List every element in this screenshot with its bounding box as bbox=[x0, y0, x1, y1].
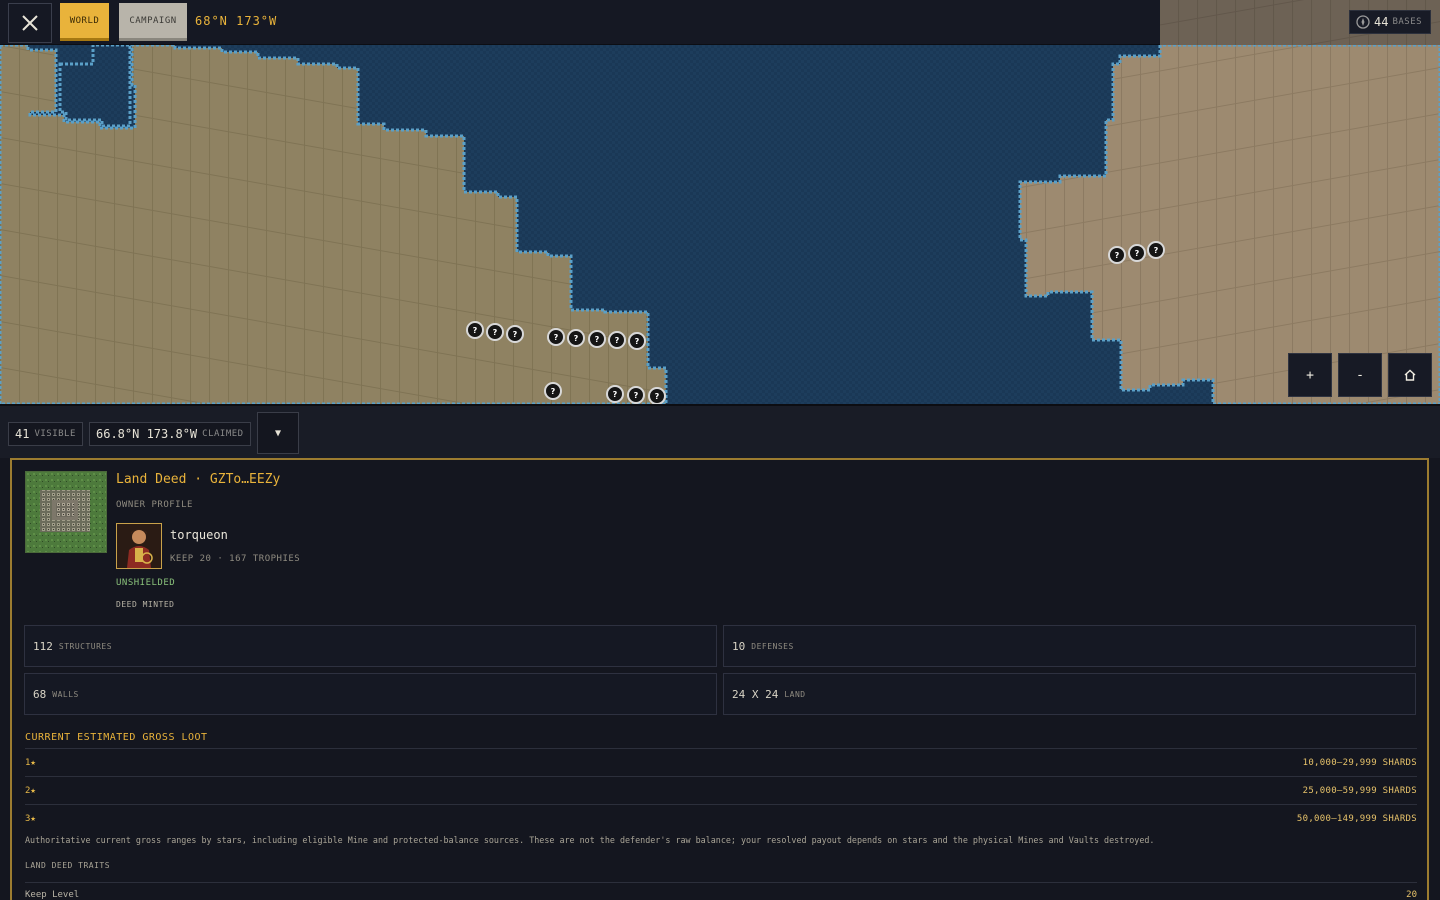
stat-label: WALLS bbox=[52, 689, 79, 699]
chevron-down-icon: ▼ bbox=[274, 427, 282, 439]
home-icon bbox=[1404, 369, 1416, 381]
stat-defenses: 10 DEFENSES bbox=[723, 625, 1416, 667]
tab-world[interactable]: WORLD bbox=[60, 3, 109, 41]
claimed-chip: 66.8°N 173.8°W CLAIMED bbox=[89, 422, 251, 446]
panel-toggle-button[interactable]: ▼ bbox=[257, 412, 299, 454]
avatar[interactable] bbox=[116, 523, 162, 569]
map-marker[interactable]: ? bbox=[466, 321, 484, 339]
close-button[interactable] bbox=[8, 3, 52, 43]
stat-label: STRUCTURES bbox=[58, 641, 113, 651]
map-marker[interactable]: ? bbox=[506, 325, 524, 343]
map-marker[interactable]: ? bbox=[588, 330, 606, 348]
world-map[interactable]: ? ? ? ? ? ? ? ? ? ? ? ? ? ? ? WORLD CAMP… bbox=[0, 0, 1440, 404]
loot-stars: 2★ bbox=[25, 785, 36, 796]
tab-campaign[interactable]: CAMPAIGN bbox=[119, 3, 187, 41]
trait-value: 20 bbox=[1406, 890, 1417, 900]
map-marker[interactable]: ? bbox=[567, 329, 585, 347]
close-icon bbox=[22, 15, 38, 31]
loot-stars: 1★ bbox=[25, 757, 36, 768]
map-status-strip: 41 VISIBLE 66.8°N 173.8°W CLAIMED ▼ bbox=[0, 404, 1440, 458]
deed-title: Land Deed · GZTo…EEZy bbox=[116, 472, 281, 487]
stat-value: 112 bbox=[33, 639, 53, 653]
owner-name[interactable]: torqueon bbox=[170, 528, 228, 542]
avatar-image bbox=[117, 524, 161, 568]
stat-land: 24 X 24 LAND bbox=[723, 673, 1416, 715]
map-marker[interactable]: ? bbox=[648, 387, 666, 404]
zoom-out-button[interactable]: - bbox=[1338, 353, 1382, 397]
stat-value: 68 bbox=[33, 687, 47, 701]
map-marker[interactable]: ? bbox=[606, 385, 624, 403]
bases-counter: 44 BASES bbox=[1349, 10, 1431, 34]
map-terrain[interactable] bbox=[0, 0, 1440, 404]
land-deed-panel: Land Deed · GZTo…EEZy OWNER PROFILE torq… bbox=[10, 458, 1429, 900]
map-marker[interactable]: ? bbox=[627, 386, 645, 404]
loot-title: CURRENT ESTIMATED GROSS LOOT bbox=[25, 732, 208, 743]
map-marker[interactable]: ? bbox=[1147, 241, 1165, 259]
deed-minted-label: DEED MINTED bbox=[116, 600, 175, 609]
loot-note: Authoritative current gross ranges by st… bbox=[25, 835, 1155, 845]
map-marker[interactable]: ? bbox=[547, 328, 565, 346]
visible-count: 41 bbox=[15, 427, 30, 441]
bases-label: BASES bbox=[1392, 17, 1423, 27]
stat-walls: 68 WALLS bbox=[24, 673, 717, 715]
owner-meta: KEEP 20 · 167 TROPHIES bbox=[170, 554, 301, 564]
map-marker[interactable]: ? bbox=[486, 323, 504, 341]
base-thumbnail-image bbox=[26, 472, 106, 552]
base-thumbnail[interactable] bbox=[25, 471, 107, 553]
claimed-coords: 66.8°N 173.8°W bbox=[96, 427, 198, 441]
map-marker[interactable]: ? bbox=[628, 332, 646, 350]
home-button[interactable] bbox=[1388, 353, 1432, 397]
map-coordinates: 68°N 173°W bbox=[195, 14, 278, 28]
loot-row: 1★ 10,000–29,999 SHARDS bbox=[25, 748, 1417, 776]
loot-stars: 3★ bbox=[25, 813, 36, 824]
map-marker[interactable]: ? bbox=[1108, 246, 1126, 264]
trait-label: Keep Level bbox=[25, 890, 80, 900]
stat-label: DEFENSES bbox=[751, 641, 794, 651]
bases-count: 44 bbox=[1374, 15, 1389, 29]
stat-value: 24 X 24 bbox=[732, 687, 779, 701]
zoom-in-button[interactable]: + bbox=[1288, 353, 1332, 397]
shield-status: UNSHIELDED bbox=[116, 578, 176, 588]
visible-label: VISIBLE bbox=[34, 429, 76, 439]
map-marker[interactable]: ? bbox=[1128, 244, 1146, 262]
loot-value: 25,000–59,999 SHARDS bbox=[1302, 785, 1417, 796]
map-marker[interactable]: ? bbox=[544, 382, 562, 400]
owner-profile-label: OWNER PROFILE bbox=[116, 500, 193, 510]
loot-row: 2★ 25,000–59,999 SHARDS bbox=[25, 776, 1417, 804]
loot-row: 3★ 50,000–149,999 SHARDS bbox=[25, 804, 1417, 832]
loot-value: 10,000–29,999 SHARDS bbox=[1302, 757, 1417, 768]
traits-title: LAND DEED TRAITS bbox=[25, 861, 111, 870]
map-marker[interactable]: ? bbox=[608, 331, 626, 349]
stat-value: 10 bbox=[732, 639, 746, 653]
stat-structures: 112 STRUCTURES bbox=[24, 625, 717, 667]
compass-icon bbox=[1356, 15, 1370, 29]
loot-value: 50,000–149,999 SHARDS bbox=[1296, 813, 1417, 824]
trait-row: Keep Level 20 bbox=[25, 882, 1417, 900]
stat-label: LAND bbox=[784, 689, 806, 699]
visible-count-chip: 41 VISIBLE bbox=[8, 422, 83, 446]
claimed-label: CLAIMED bbox=[202, 429, 244, 439]
